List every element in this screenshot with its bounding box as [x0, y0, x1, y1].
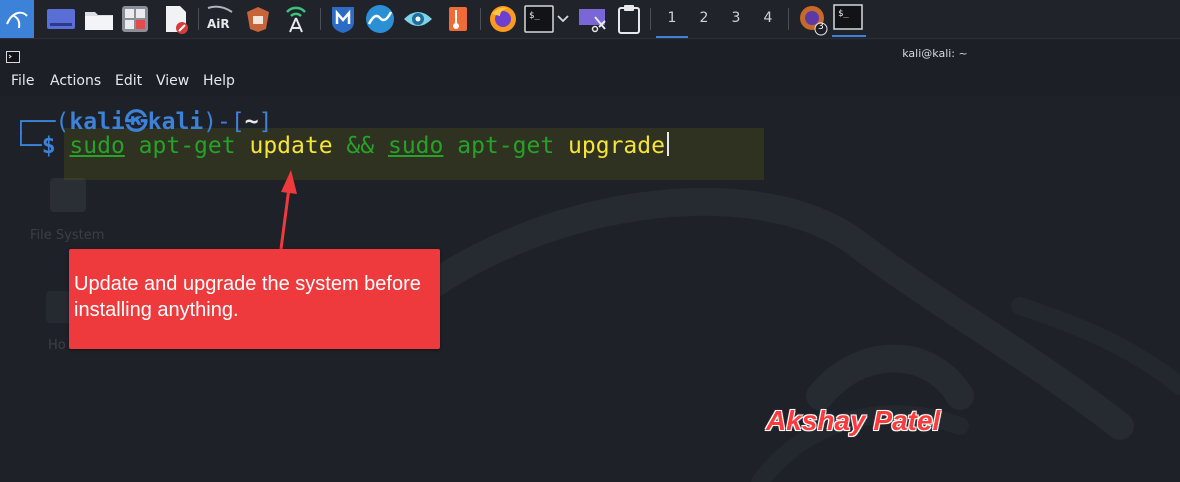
- firefox-window-button[interactable]: 3: [796, 3, 830, 36]
- terminal-icon[interactable]: $_: [523, 3, 555, 35]
- window-titlebar[interactable]: kali@kali: ~: [0, 40, 1180, 68]
- aircrack-label: AiR: [207, 17, 230, 31]
- taskbar-separator: [198, 8, 199, 30]
- terminal-window-button[interactable]: $_: [832, 3, 866, 37]
- annotation-text: Update and upgrade the system before ins…: [74, 273, 421, 321]
- kali-menu-icon[interactable]: [0, 0, 34, 38]
- terminal-output[interactable]: File System Ho ┌──(kali㉿kali)-[~] └─$ su…: [0, 96, 1180, 482]
- metasploit-icon[interactable]: [327, 3, 359, 35]
- taskbar-separator: [480, 8, 481, 30]
- menu-bar: File Actions Edit View Help: [0, 68, 1180, 96]
- show-desktop-icon[interactable]: [45, 3, 77, 35]
- wifi-tool-icon[interactable]: [280, 3, 312, 35]
- taskbar-separator: [650, 8, 651, 30]
- screenshot-icon[interactable]: [577, 3, 609, 35]
- firefox-icon[interactable]: [487, 3, 519, 35]
- aircrack-icon[interactable]: AiR: [204, 3, 236, 35]
- menu-file[interactable]: File: [11, 73, 34, 89]
- window-count-badge: 3: [818, 22, 824, 32]
- taskbar-separator: [788, 8, 789, 30]
- git-icon[interactable]: [442, 3, 474, 35]
- burpsuite-icon[interactable]: [242, 3, 274, 35]
- taskbar-separator: [320, 8, 321, 30]
- menu-view[interactable]: View: [156, 73, 189, 89]
- terminal-glyph: $_: [529, 11, 540, 21]
- menu-help[interactable]: Help: [203, 73, 235, 89]
- calculator-icon[interactable]: [119, 3, 151, 35]
- file-manager-icon[interactable]: [83, 3, 115, 35]
- workspace-1[interactable]: 1: [656, 0, 688, 38]
- wireshark-icon[interactable]: [364, 3, 396, 35]
- workspace-2[interactable]: 2: [688, 0, 720, 36]
- workspace-3[interactable]: 3: [720, 0, 752, 36]
- menu-actions[interactable]: Actions: [50, 73, 101, 89]
- terminal-window-glyph: $_: [838, 9, 849, 19]
- annotation-callout: Update and upgrade the system before ins…: [69, 249, 440, 349]
- network-eye-icon[interactable]: [402, 3, 434, 35]
- window-title: kali@kali: ~: [902, 47, 968, 60]
- chevron-down-icon[interactable]: [553, 3, 573, 35]
- menu-edit[interactable]: Edit: [115, 73, 142, 89]
- text-editor-icon[interactable]: [160, 3, 192, 35]
- clipboard-icon[interactable]: [613, 3, 645, 35]
- taskbar: AiR $_ 1 2 3 4 3 $_: [0, 0, 1180, 39]
- workspace-4[interactable]: 4: [752, 0, 784, 36]
- author-signature: Akshay Patel: [766, 405, 941, 436]
